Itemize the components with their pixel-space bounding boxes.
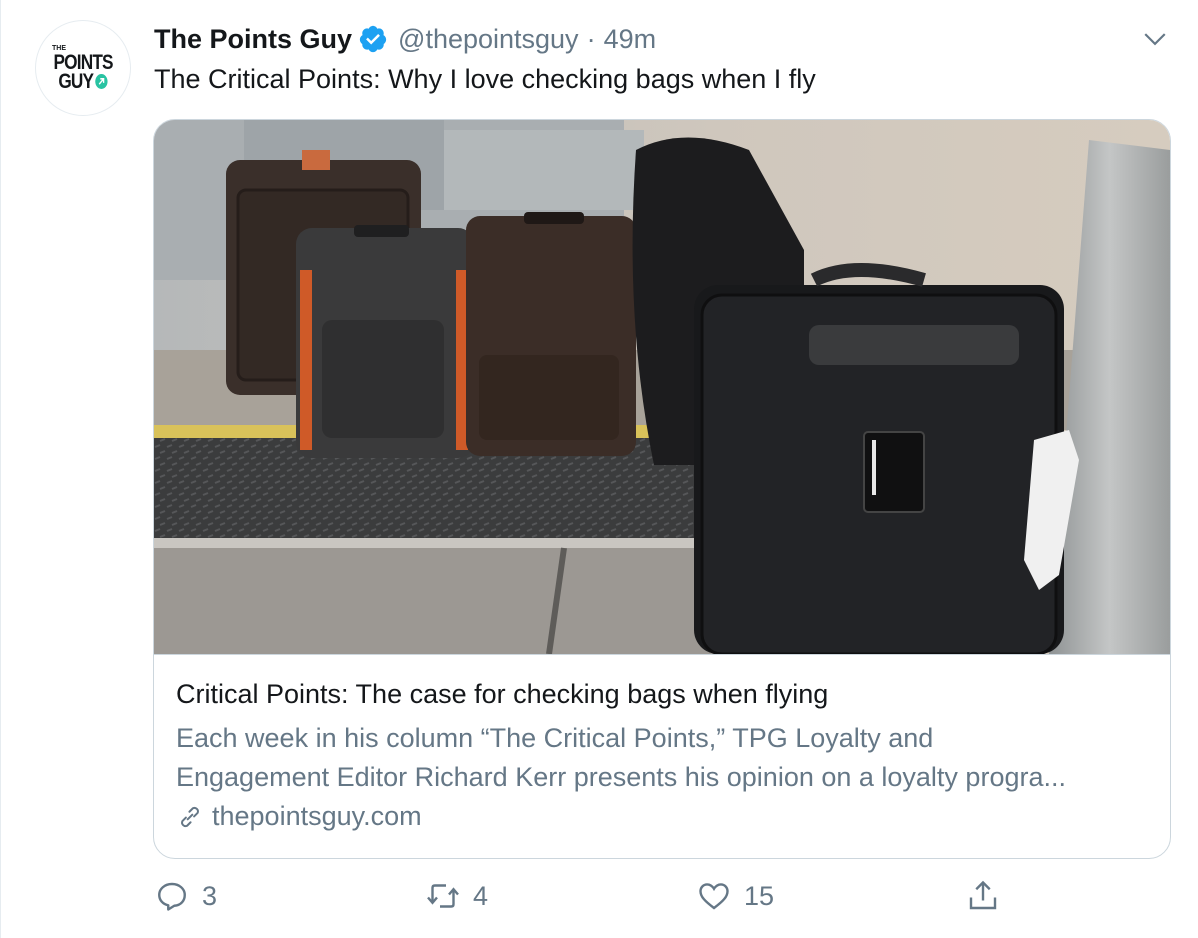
card-domain-text: thepointsguy.com [212,801,422,831]
chevron-down-icon[interactable] [1142,26,1168,52]
card-domain[interactable]: thepointsguy.com [176,801,422,832]
dot-separator: · [586,23,596,54]
card-title: Critical Points: The case for checking b… [176,679,829,709]
tweet-actions: 3 4 15 [1,878,1198,918]
tweet-text: The Critical Points: Why I love checking… [154,64,816,94]
retweet-button[interactable]: 4 [425,878,488,914]
like-icon [699,883,729,910]
timestamp[interactable]: 49m [604,24,657,55]
tweet-header: The Points Guy @thepointsguy · 49m [154,22,656,56]
retweet-icon [427,884,459,908]
avatar-line2: GUY [58,70,95,93]
share-button[interactable] [965,878,1001,914]
card-description-line: Engagement Editor Richard Kerr presents … [176,762,1066,792]
avatar[interactable]: THE POINTS GUY [35,20,131,116]
share-icon [969,880,997,910]
like-button[interactable]: 15 [696,878,774,914]
reply-button[interactable]: 3 [154,878,217,914]
link-card[interactable]: Critical Points: The case for checking b… [153,119,1171,859]
reply-icon [158,882,186,911]
card-image[interactable] [154,120,1170,654]
card-description-line: Each week in his column “The Critical Po… [176,723,934,753]
like-count: 15 [744,880,775,911]
verified-badge-icon [359,25,387,53]
retweet-count: 4 [473,880,489,911]
card-body[interactable]: Critical Points: The case for checking b… [154,654,1170,858]
card-description: Each week in his column “The Critical Po… [176,719,1151,797]
author-handle[interactable]: @thepointsguy [398,24,579,55]
arrow-up-right-icon [95,74,108,89]
tweet[interactable]: THE POINTS GUY The Points Guy @thepoints… [0,0,1198,938]
author-name[interactable]: The Points Guy [154,24,352,55]
reply-count: 3 [202,880,218,911]
link-icon [181,806,199,827]
